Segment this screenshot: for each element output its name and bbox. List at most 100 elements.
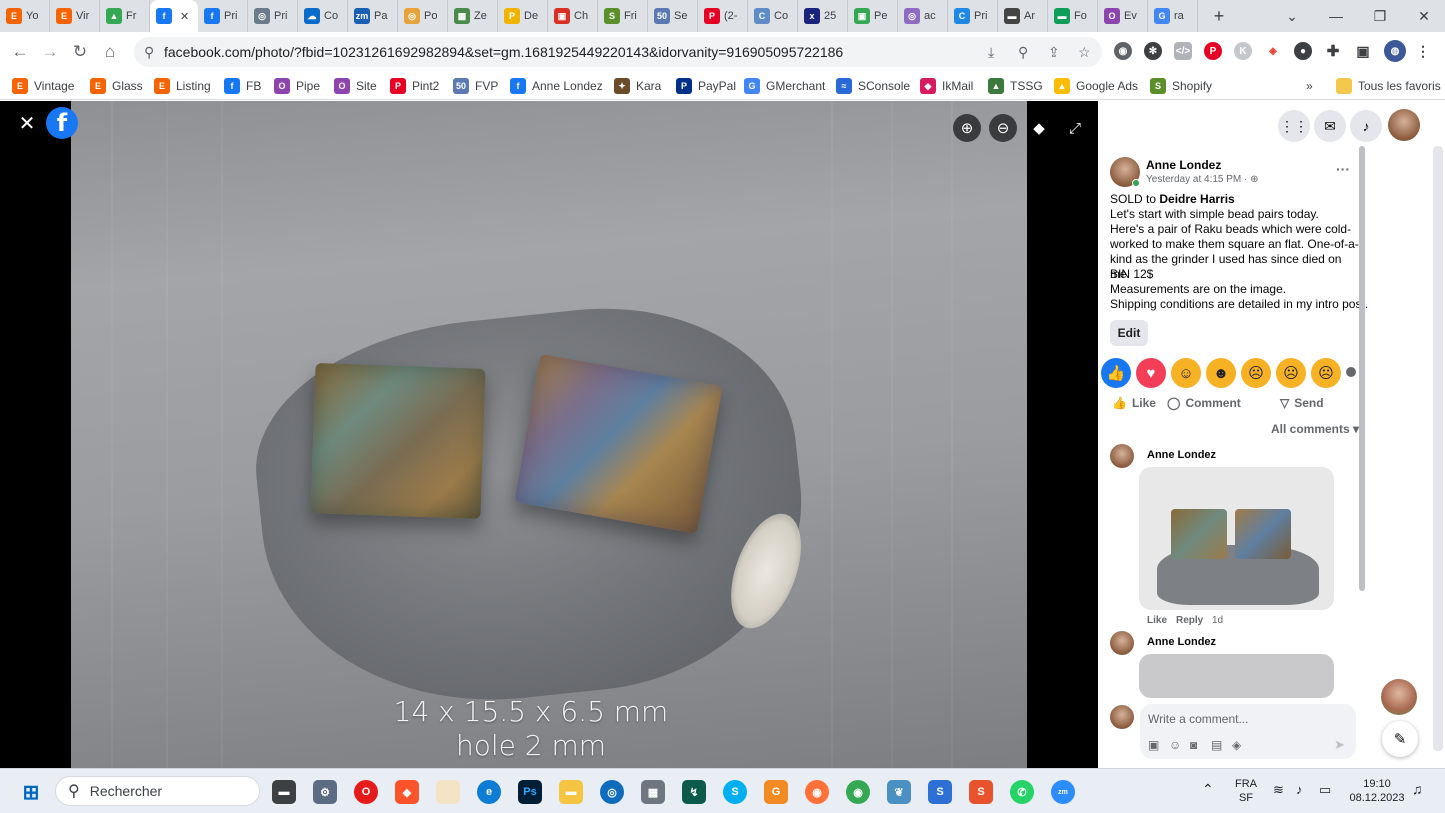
browser-tab[interactable]: f ✕ (150, 0, 198, 32)
pinterest-extension-icon[interactable]: P (1204, 42, 1222, 60)
bookmarks-more-button[interactable]: » (1306, 77, 1313, 95)
all-comments-filter[interactable]: All comments ▾ (1271, 422, 1359, 436)
comment-input[interactable]: Write a comment... (1148, 712, 1248, 726)
wifi-icon[interactable]: ≋ (1273, 783, 1284, 797)
signal-icon[interactable]: ◎ (600, 780, 624, 804)
submit-comment-icon[interactable]: ➤ (1334, 737, 1345, 753)
post-timestamp[interactable]: Yesterday at 4:15 PM · ⊕ (1146, 174, 1259, 185)
brave-icon[interactable]: ◆ (395, 780, 419, 804)
send-button[interactable]: ▽ Send (1280, 394, 1324, 412)
post-scrollbar[interactable] (1359, 146, 1365, 591)
haha-reaction-icon[interactable]: ☻ (1206, 358, 1236, 388)
notepad-icon[interactable] (436, 780, 460, 804)
skype-icon[interactable]: S (723, 780, 747, 804)
comment-author-2[interactable]: Anne Londez (1147, 636, 1216, 648)
like-button[interactable]: 👍 Like (1112, 394, 1156, 412)
bookmark-item[interactable]: O Site (334, 77, 377, 95)
browser-tab[interactable]: x 25 (798, 0, 848, 32)
bookmark-item[interactable]: 50 FVP (453, 77, 498, 95)
zoom-icon[interactable]: ⚲ (1018, 44, 1028, 61)
browser-tab[interactable]: f Pri (198, 0, 248, 32)
like-reaction-icon[interactable]: 👍 (1101, 358, 1131, 388)
browser-tab[interactable]: C Pri (948, 0, 998, 32)
tray-chevron-icon[interactable]: ⌃ (1202, 782, 1214, 796)
app-s-blue-icon[interactable]: S (928, 780, 952, 804)
angry-reaction-icon[interactable]: ☹ (1311, 358, 1341, 388)
love-reaction-icon[interactable]: ♥ (1136, 358, 1166, 388)
messenger-icon[interactable]: ✉ (1314, 110, 1346, 142)
bookmark-item[interactable]: ◆ IkMail (920, 77, 973, 95)
browser-tab[interactable]: ◎ ac (898, 0, 948, 32)
browser-tab[interactable]: C Co (748, 0, 798, 32)
browser-tab[interactable]: E Yo (0, 0, 50, 32)
more-reactions-icon[interactable] (1346, 367, 1356, 377)
forward-icon[interactable]: → (38, 40, 62, 64)
back-icon[interactable]: ← (8, 40, 32, 64)
browser-tab[interactable]: 50 Se (648, 0, 698, 32)
post-author[interactable]: Anne Londez (1146, 158, 1221, 172)
close-window-button[interactable]: ✕ (1402, 0, 1445, 32)
extension-arrow-icon[interactable]: ◈ (1264, 42, 1282, 60)
sidebar-scrollbar[interactable] (1433, 146, 1443, 751)
bookmark-item[interactable]: E Glass (90, 77, 143, 95)
comment-author[interactable]: Anne Londez (1147, 449, 1216, 461)
facebook-logo-icon[interactable]: f (46, 107, 78, 139)
browser-tab[interactable]: P De (498, 0, 548, 32)
extension-eye-icon[interactable]: ◉ (1114, 42, 1132, 60)
extension-gear-icon[interactable]: ✻ (1144, 42, 1162, 60)
extension-code-icon[interactable]: </> (1174, 42, 1192, 60)
new-tab-button[interactable]: + (1198, 0, 1234, 32)
comment-photo[interactable] (1139, 467, 1334, 610)
browser-menu-icon[interactable]: ⋮ (1414, 42, 1432, 60)
bookmark-item[interactable]: E Listing (154, 77, 211, 95)
install-icon[interactable]: ⤓ (988, 44, 994, 61)
bookmark-item[interactable]: f FB (224, 77, 261, 95)
commenter-avatar[interactable] (1110, 444, 1134, 468)
comment-reply[interactable]: Reply (1176, 615, 1203, 626)
app-s-orange-icon[interactable]: S (969, 780, 993, 804)
browser-tab[interactable]: O Ev (1098, 0, 1148, 32)
browser-tab[interactable]: ▣ Ch (548, 0, 598, 32)
bookmark-item[interactable]: ▲ TSSG (988, 77, 1043, 95)
tag-icon[interactable]: ◆ (1025, 114, 1053, 142)
profile-avatar-icon[interactable]: ◍ (1384, 40, 1406, 62)
side-panel-icon[interactable]: ▣ (1354, 42, 1372, 60)
gif-icon[interactable]: ▤ (1211, 738, 1222, 752)
edit-button[interactable]: Edit (1110, 320, 1148, 346)
zoom-in-icon[interactable]: ⊕ (953, 114, 981, 142)
extension-k-icon[interactable]: K (1234, 42, 1252, 60)
avatar-sticker-icon[interactable]: ◈ (1232, 738, 1241, 752)
maximize-button[interactable]: ❐ (1358, 0, 1402, 32)
app-g-icon[interactable]: G (764, 780, 788, 804)
bookmark-item[interactable]: P Pint2 (390, 77, 439, 95)
app-arrow-icon[interactable]: ↯ (682, 780, 706, 804)
reload-icon[interactable]: ↻ (68, 40, 92, 64)
chat-head-avatar[interactable] (1381, 679, 1417, 715)
sold-to-name[interactable]: Deidre Harris (1159, 192, 1234, 206)
emoji-icon[interactable]: ☺ (1169, 738, 1181, 752)
browser-tab[interactable]: ▬ Ar (998, 0, 1048, 32)
sticker-icon[interactable]: ▣ (1148, 738, 1159, 752)
battery-icon[interactable]: ▭ (1319, 783, 1331, 797)
browser-tab[interactable]: ▬ Fo (1048, 0, 1098, 32)
browser-tab[interactable]: P (2- (698, 0, 748, 32)
close-tab-icon[interactable]: ✕ (180, 10, 189, 23)
menu-grid-icon[interactable]: ⋮⋮ (1278, 110, 1310, 142)
browser-tab[interactable]: ▲ Fr (100, 0, 150, 32)
bookmark-star-icon[interactable]: ☆ (1078, 44, 1091, 61)
my-avatar[interactable] (1110, 705, 1134, 729)
taskbar-search[interactable]: ⚲ Rechercher (55, 776, 260, 806)
chrome-icon[interactable]: ◉ (846, 780, 870, 804)
bookmark-item[interactable]: ≈ SConsole (836, 77, 910, 95)
extensions-puzzle-icon[interactable]: ✚ (1324, 42, 1342, 60)
account-avatar[interactable] (1388, 109, 1420, 141)
share-icon[interactable]: ⇪ (1048, 44, 1060, 61)
care-reaction-icon[interactable]: ☺ (1171, 358, 1201, 388)
site-info-icon[interactable]: ⚲ (144, 44, 154, 61)
browser-tab[interactable]: ▦ Ze (448, 0, 498, 32)
language-indicator[interactable]: FRA SF (1226, 777, 1266, 805)
wow-reaction-icon[interactable]: ☹ (1241, 358, 1271, 388)
browser-tab[interactable]: ◎ Po (398, 0, 448, 32)
calculator-icon[interactable]: ▦ (641, 780, 665, 804)
comment-button[interactable]: ◯ Comment (1167, 394, 1241, 412)
